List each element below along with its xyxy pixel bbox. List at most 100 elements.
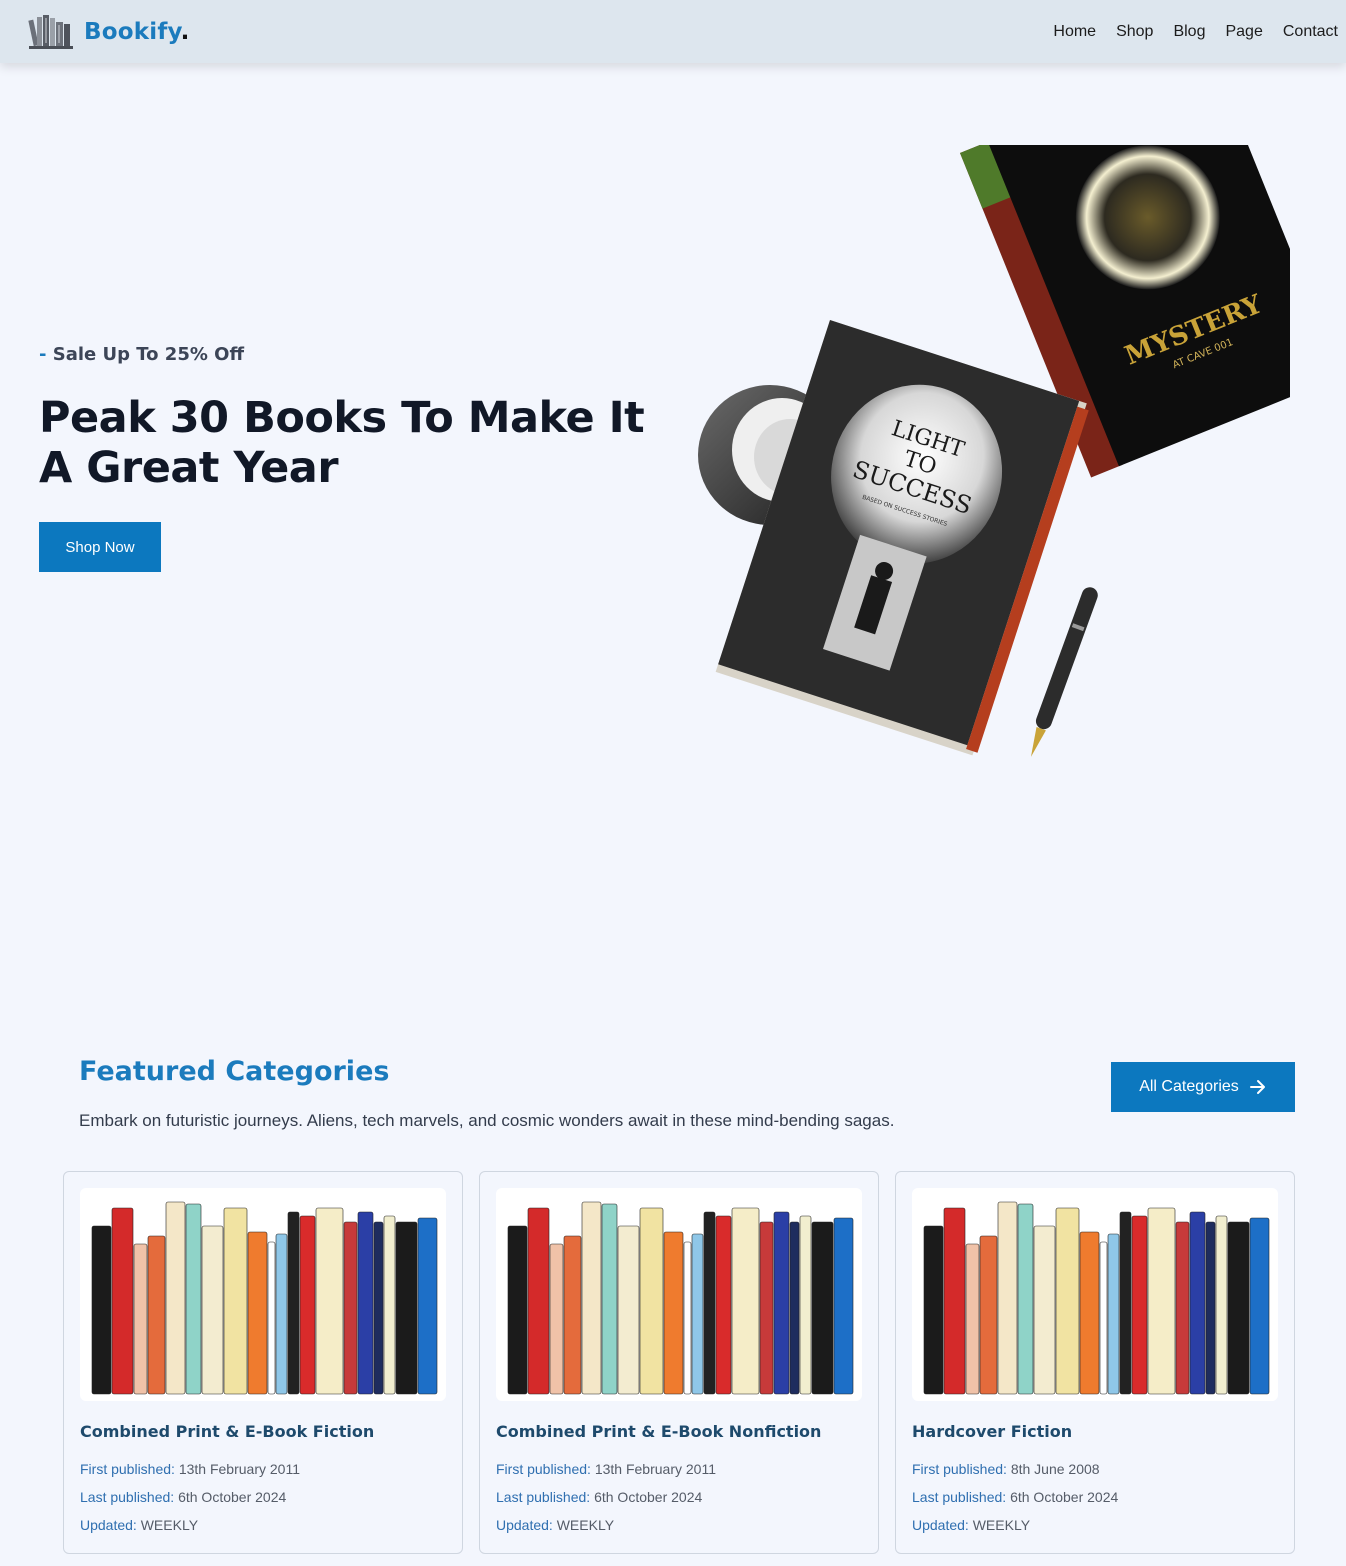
brand-text: Bookify <box>84 18 181 45</box>
card-meta: First published: 13th February 2011 Last… <box>496 1455 862 1539</box>
nav-link-shop[interactable]: Shop <box>1116 23 1153 41</box>
first-published: First published: 13th February 2011 <box>496 1455 862 1483</box>
book-spine <box>357 1211 374 1395</box>
book-spine <box>1079 1231 1100 1395</box>
book-spine <box>1189 1211 1206 1395</box>
book-spine <box>1099 1241 1108 1395</box>
book-spine <box>527 1207 550 1395</box>
book-spine <box>185 1203 202 1395</box>
book-spine <box>601 1203 618 1395</box>
book-spine <box>343 1221 358 1395</box>
book-spine <box>731 1207 760 1395</box>
book-spine <box>1249 1217 1270 1395</box>
book-spine <box>563 1235 582 1395</box>
book-spine <box>703 1211 716 1395</box>
book-spine <box>147 1235 166 1395</box>
book-spine <box>639 1207 664 1395</box>
brand-dot: . <box>180 18 190 45</box>
book-spine <box>91 1225 112 1395</box>
bookshelf-image-svg <box>91 1201 438 1395</box>
book-spine <box>789 1221 800 1395</box>
book-spine <box>799 1215 812 1395</box>
book-spine <box>165 1201 186 1395</box>
first-published: First published: 8th June 2008 <box>912 1455 1278 1483</box>
book-spine <box>1227 1221 1250 1395</box>
all-categories-label: All Categories <box>1139 1078 1239 1095</box>
tagline-text: Sale Up To 25% Off <box>52 344 245 365</box>
updated-value: WEEKLY <box>972 1517 1031 1533</box>
featured-categories-description: Embark on futuristic journeys. Aliens, t… <box>79 1111 895 1130</box>
book-spine <box>691 1233 704 1395</box>
book-spine <box>1215 1215 1228 1395</box>
first-published: First published: 13th February 2011 <box>80 1455 446 1483</box>
category-card[interactable]: Combined Print & E-Book Fiction First pu… <box>63 1171 463 1554</box>
category-card[interactable]: Combined Print & E-Book Nonfiction First… <box>479 1171 879 1554</box>
book-spine <box>549 1243 564 1395</box>
last-published: Last published: 6th October 2024 <box>496 1483 862 1511</box>
all-categories-button[interactable]: All Categories <box>1111 1062 1295 1112</box>
tagline-dash: - <box>39 344 47 365</box>
book-spine <box>683 1241 692 1395</box>
first-published-value: 8th June 2008 <box>1010 1461 1100 1477</box>
card-meta: First published: 8th June 2008 Last publ… <box>912 1455 1278 1539</box>
last-published-value: 6th October 2024 <box>1010 1489 1119 1505</box>
card-meta: First published: 13th February 2011 Last… <box>80 1455 446 1539</box>
book-spine <box>833 1217 854 1395</box>
book-spine <box>943 1207 966 1395</box>
last-published: Last published: 6th October 2024 <box>912 1483 1278 1511</box>
card-title[interactable]: Combined Print & E-Book Fiction <box>80 1422 446 1441</box>
bookshelf-image <box>496 1188 862 1401</box>
featured-categories-title: Featured Categories <box>79 1056 390 1087</box>
last-published-label: Last published: <box>496 1489 591 1505</box>
bookshelf-image-svg <box>507 1201 854 1395</box>
book-spine <box>1017 1203 1034 1395</box>
book-spine <box>111 1207 134 1395</box>
book-spine <box>1033 1225 1056 1395</box>
nav-link-home[interactable]: Home <box>1053 23 1096 41</box>
book-spine <box>811 1221 834 1395</box>
card-title[interactable]: Combined Print & E-Book Nonfiction <box>496 1422 862 1441</box>
book-spine <box>1205 1221 1216 1395</box>
card-title[interactable]: Hardcover Fiction <box>912 1422 1278 1441</box>
arrow-right-icon <box>1249 1080 1265 1094</box>
updated: Updated: WEEKLY <box>496 1511 862 1539</box>
book-spine <box>383 1215 396 1395</box>
updated-value: WEEKLY <box>556 1517 615 1533</box>
book-spine <box>1119 1211 1132 1395</box>
book-spine <box>133 1243 148 1395</box>
brand[interactable]: Bookify. <box>26 12 190 52</box>
category-card[interactable]: Hardcover Fiction First published: 8th J… <box>895 1171 1295 1554</box>
nav-link-page[interactable]: Page <box>1225 23 1262 41</box>
book-spine <box>1131 1215 1148 1395</box>
updated: Updated: WEEKLY <box>80 1511 446 1539</box>
last-published-label: Last published: <box>912 1489 1007 1505</box>
book-spine <box>247 1231 268 1395</box>
last-published: Last published: 6th October 2024 <box>80 1483 446 1511</box>
book-spine <box>773 1211 790 1395</box>
nav-links: Home Shop Blog Page Contact <box>1053 23 1338 41</box>
bookshelf-image <box>80 1188 446 1401</box>
shop-now-button[interactable]: Shop Now <box>39 522 161 572</box>
pen-icon <box>1030 587 1098 757</box>
book-spine <box>267 1241 276 1395</box>
last-published-value: 6th October 2024 <box>178 1489 287 1505</box>
book-spine <box>275 1233 288 1395</box>
book-spine <box>417 1217 438 1395</box>
book-spine <box>299 1215 316 1395</box>
book-spine <box>759 1221 774 1395</box>
book-spine <box>1147 1207 1176 1395</box>
updated-label: Updated: <box>912 1517 969 1533</box>
hero-books-image: MYSTERY AT CAVE 001 LIGHT TO SUCCESS BAS… <box>698 145 1290 757</box>
updated-label: Updated: <box>80 1517 137 1533</box>
first-published-label: First published: <box>496 1461 591 1477</box>
book-spine <box>1107 1233 1120 1395</box>
book-spine <box>201 1225 224 1395</box>
nav-link-contact[interactable]: Contact <box>1283 23 1338 41</box>
updated-value: WEEKLY <box>140 1517 199 1533</box>
bookshelf-image-svg <box>923 1201 1270 1395</box>
book-spine <box>315 1207 344 1395</box>
first-published-label: First published: <box>912 1461 1007 1477</box>
brand-name: Bookify. <box>84 19 190 45</box>
nav-link-blog[interactable]: Blog <box>1173 23 1205 41</box>
first-published-label: First published: <box>80 1461 175 1477</box>
